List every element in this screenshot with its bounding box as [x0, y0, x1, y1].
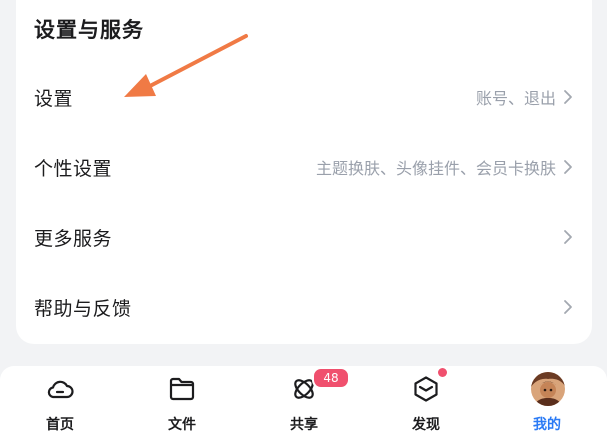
tab-files[interactable]: 文件	[137, 366, 227, 447]
chevron-right-icon	[564, 160, 572, 174]
tab-discover[interactable]: 发现	[381, 366, 471, 447]
tab-label: 共享	[290, 417, 318, 433]
row-description: 主题换肤、头像挂件、会员卡换肤	[315, 159, 556, 178]
row-more-services[interactable]: 更多服务	[16, 202, 592, 272]
row-label: 帮助与反馈	[34, 297, 132, 320]
row-label: 更多服务	[34, 227, 113, 250]
bottom-tab-bar: 首页 文件 48 共享 发现 我的	[0, 366, 607, 447]
tab-mine[interactable]: 我的	[502, 366, 592, 447]
avatar	[531, 372, 565, 406]
folder-icon	[169, 377, 195, 401]
cube-icon	[414, 376, 438, 402]
tab-share[interactable]: 48 共享	[259, 366, 350, 447]
chevron-right-icon	[564, 230, 572, 244]
row-description: 账号、退出	[475, 89, 556, 108]
tab-label: 首页	[46, 417, 74, 433]
tab-label: 我的	[533, 417, 561, 433]
row-label: 设置	[34, 87, 74, 110]
row-personalization[interactable]: 个性设置 主题换肤、头像挂件、会员卡换肤	[16, 132, 592, 202]
chevron-right-icon	[564, 90, 572, 104]
section-title: 设置与服务	[34, 18, 144, 42]
cloud-icon	[47, 380, 74, 399]
notification-badge: 48	[312, 367, 350, 389]
notification-dot	[438, 368, 447, 377]
tab-label: 文件	[168, 417, 196, 433]
tab-home[interactable]: 首页	[15, 366, 105, 447]
row-help-feedback[interactable]: 帮助与反馈	[16, 272, 592, 342]
tab-label: 发现	[412, 417, 440, 433]
row-settings[interactable]: 设置 账号、退出	[16, 62, 592, 132]
chevron-right-icon	[564, 300, 572, 314]
row-label: 个性设置	[34, 157, 113, 180]
